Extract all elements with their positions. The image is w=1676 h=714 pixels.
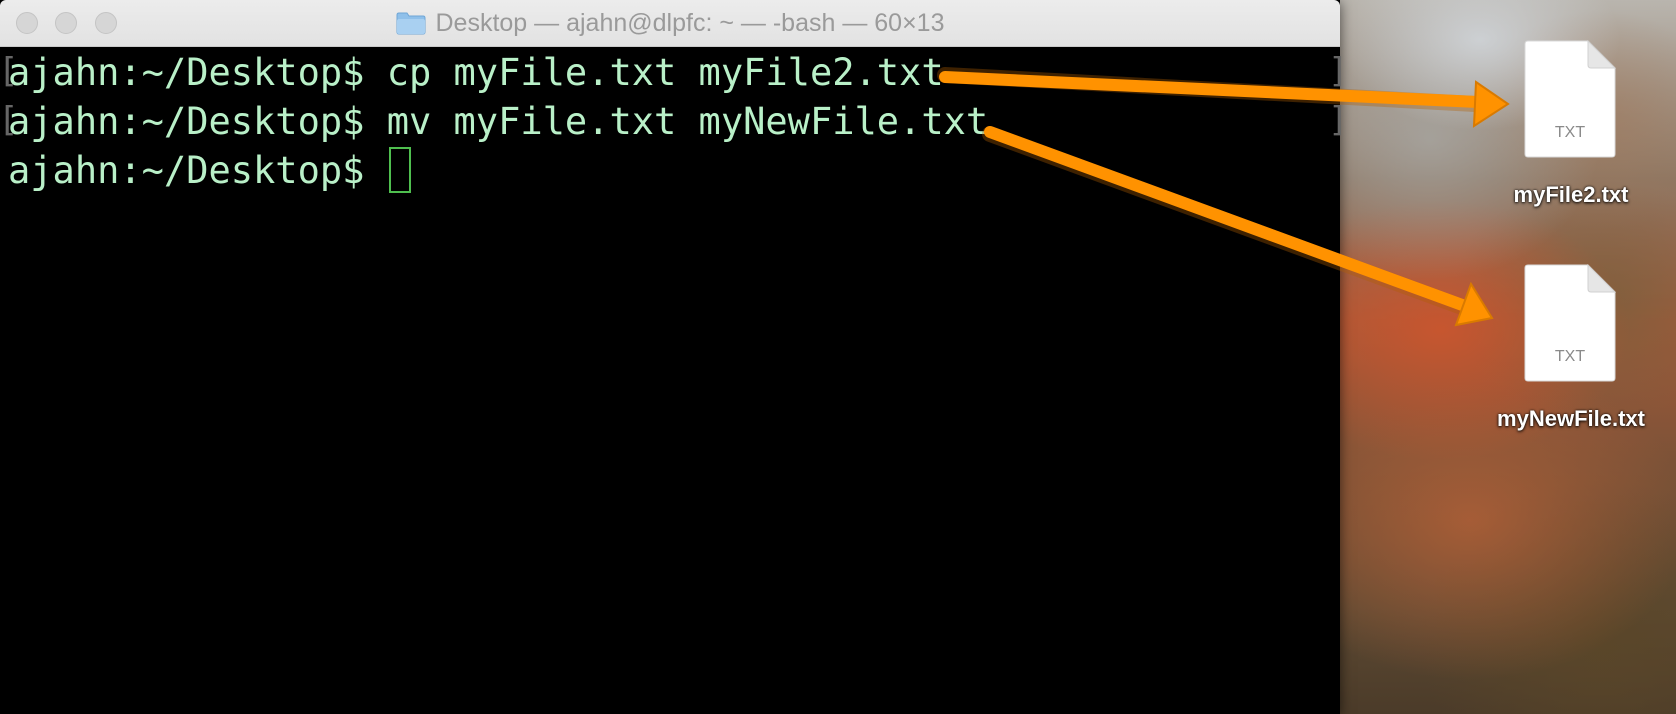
file-name-label: myNewFile.txt	[1497, 406, 1645, 431]
terminal-window[interactable]: Desktop — ajahn@dlpfc: ~ — -bash — 60×13…	[0, 0, 1348, 714]
shell-command: mv myFile.txt myNewFile.txt	[364, 100, 989, 143]
shell-prompt: ajahn:~/Desktop$	[8, 51, 365, 94]
shell-prompt: ajahn:~/Desktop$	[8, 100, 365, 143]
mark-bracket-right: ]	[1328, 100, 1349, 140]
folder-icon	[396, 12, 425, 35]
file-name-label: myFile2.txt	[1513, 182, 1629, 207]
file-ext-label: TXT	[1554, 348, 1586, 365]
window-title: Desktop — ajahn@dlpfc: ~ — -bash — 60×13	[435, 8, 945, 37]
window-title-area: Desktop — ajahn@dlpfc: ~ — -bash — 60×13	[0, 0, 1340, 46]
terminal-line: ajahn:~/Desktop$ mv myFile.txt myNewFile…	[8, 98, 988, 146]
shell-prompt: ajahn:~/Desktop$	[8, 149, 365, 192]
shell-command: cp myFile.txt myFile2.txt	[364, 51, 944, 94]
title-bar[interactable]: Desktop — ajahn@dlpfc: ~ — -bash — 60×13	[0, 0, 1340, 47]
shell-command	[364, 149, 386, 192]
terminal-line: ajahn:~/Desktop$	[8, 147, 411, 195]
terminal-line: ajahn:~/Desktop$ cp myFile.txt myFile2.t…	[8, 49, 944, 97]
file-ext-label: TXT	[1554, 124, 1586, 141]
terminal-content[interactable]: [ ] [ ] ajahn:~/Desktop$ cp myFile.txt m…	[0, 47, 1348, 714]
mark-bracket-right: ]	[1328, 51, 1349, 91]
terminal-cursor	[388, 147, 411, 193]
